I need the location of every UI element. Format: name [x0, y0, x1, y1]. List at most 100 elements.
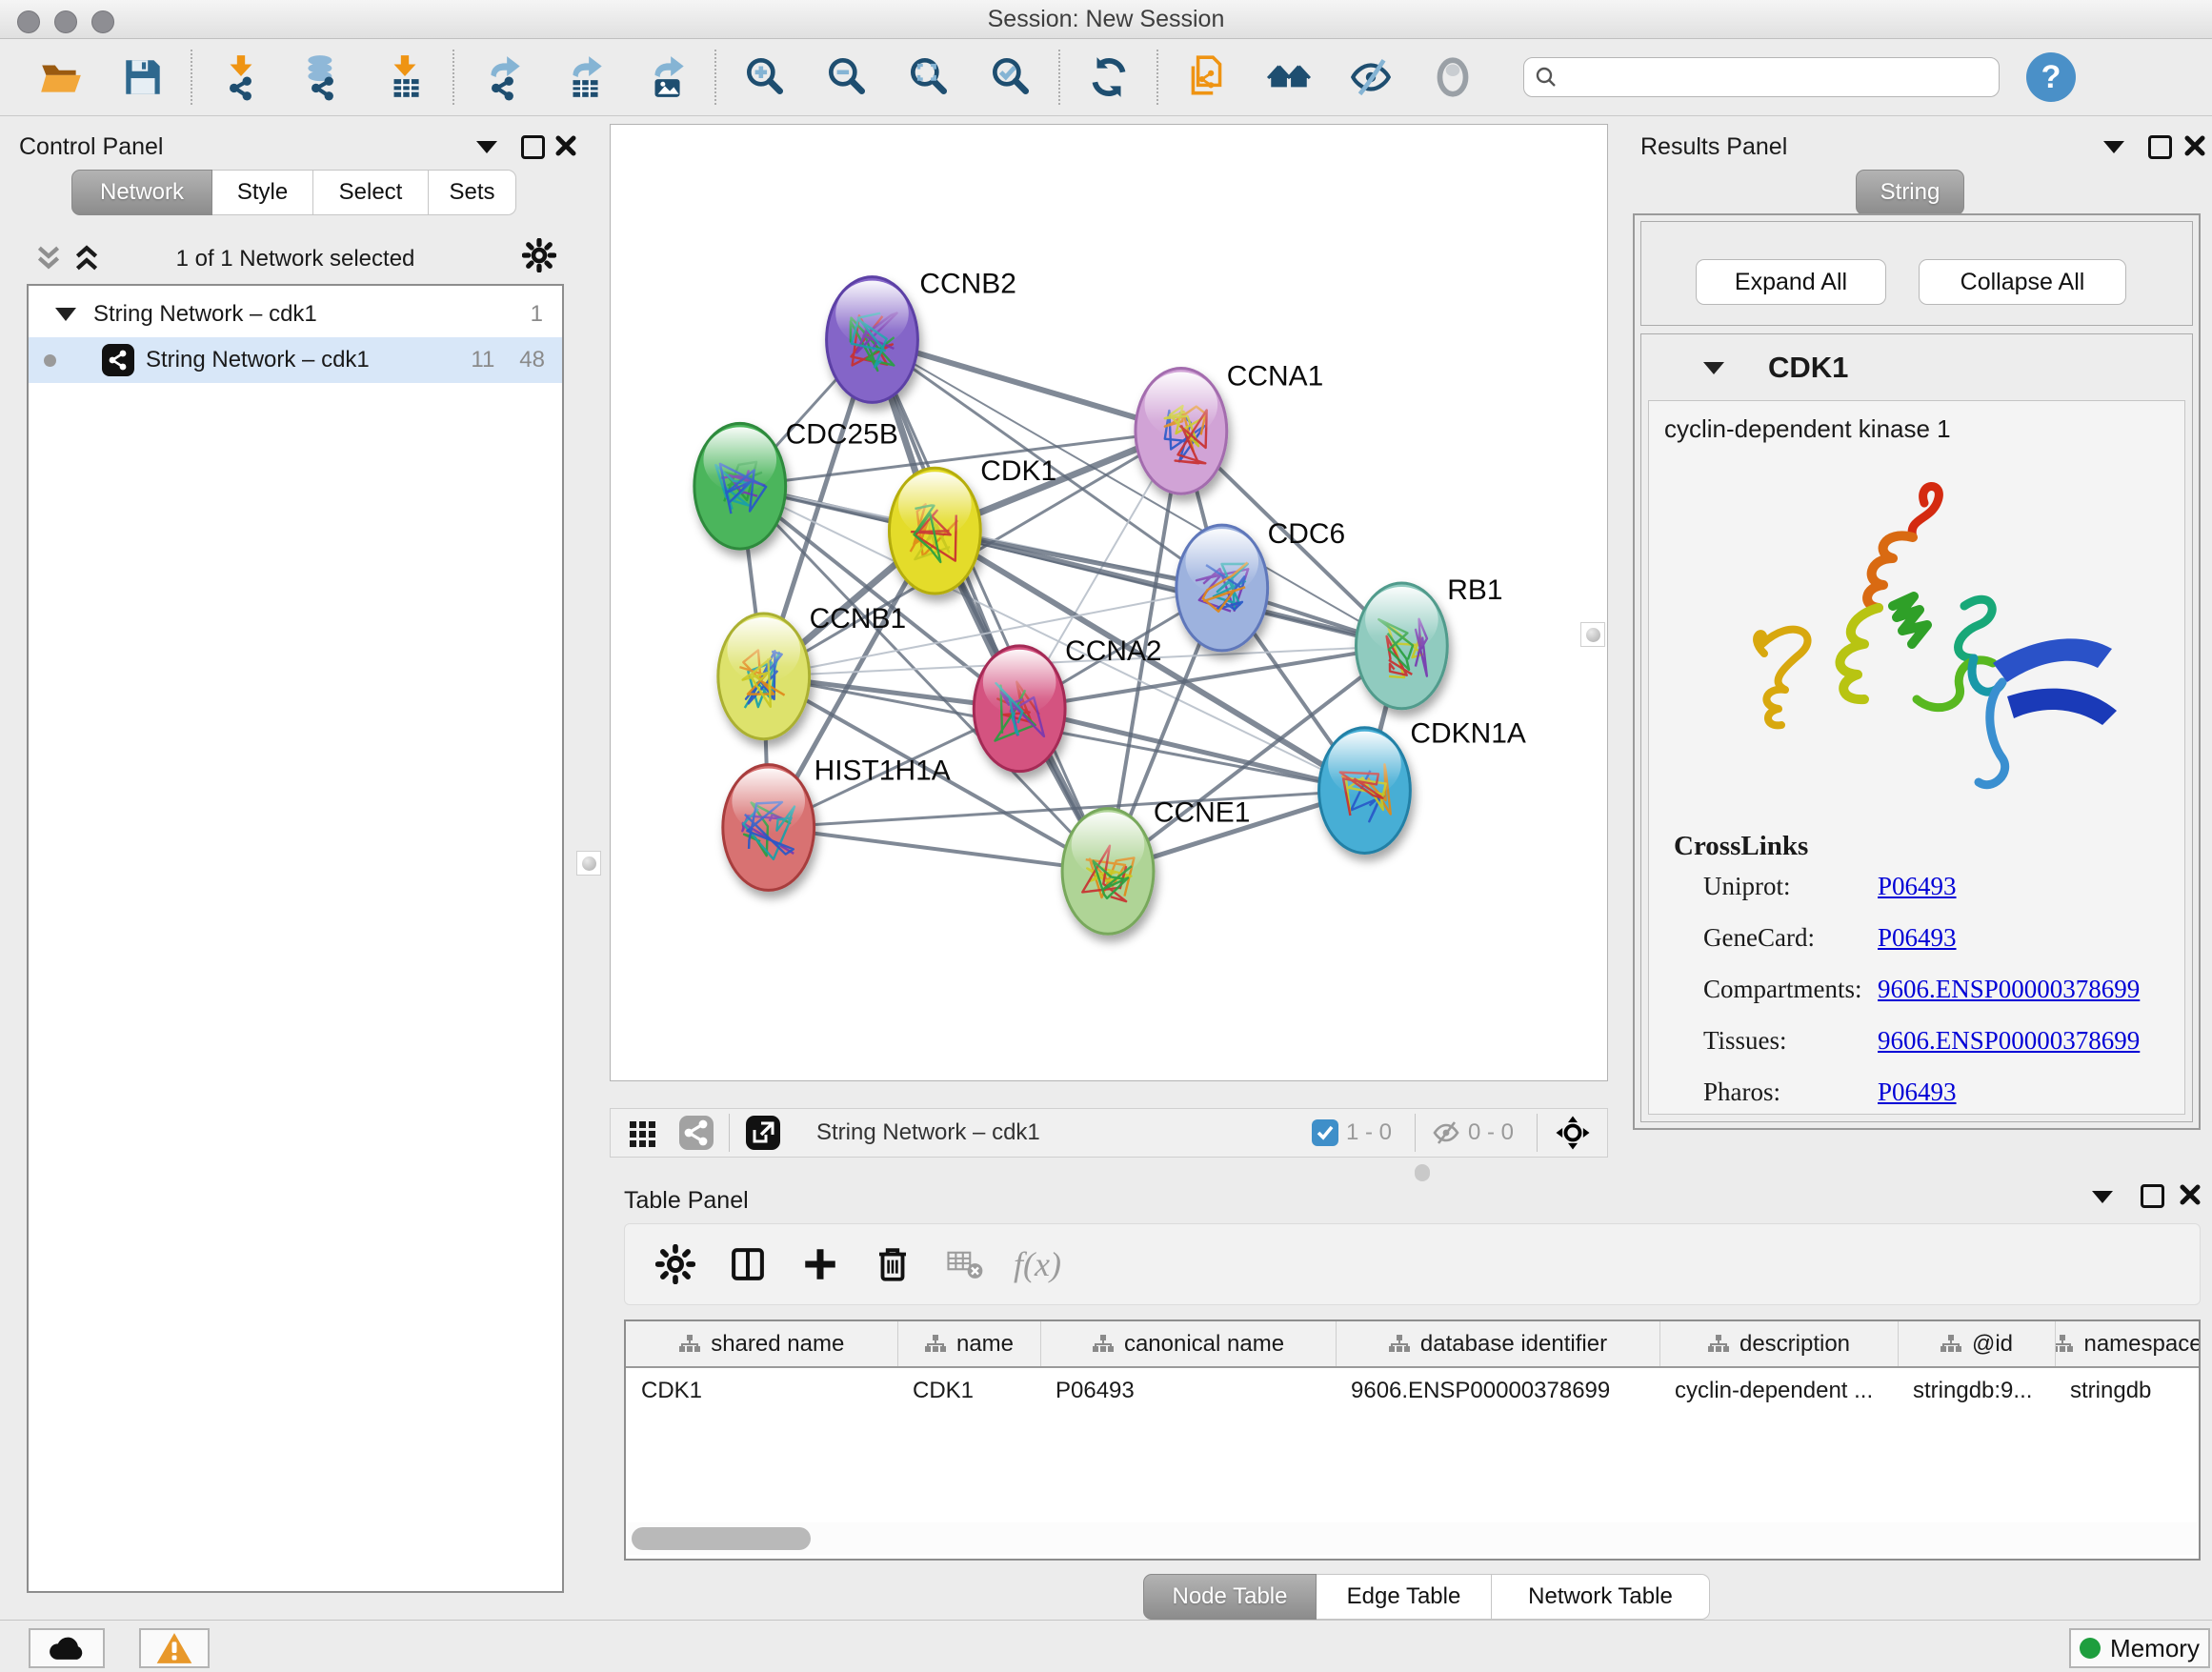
detach-view-icon[interactable]	[746, 1116, 780, 1150]
table-hscroll-track[interactable]	[628, 1522, 2197, 1555]
network-node-CCNA1[interactable]: CCNA1	[1136, 360, 1323, 494]
export-network-button[interactable]	[476, 50, 530, 104]
crosslink-value-link[interactable]: 9606.ENSP00000378699	[1878, 1026, 2140, 1056]
selected-nodes-checkbox[interactable]	[1312, 1119, 1338, 1146]
zoom-out-button[interactable]	[820, 50, 874, 104]
import-network-from-file-button[interactable]	[214, 50, 268, 104]
control-panel-menu-icon[interactable]	[476, 141, 497, 153]
control-panel-float-icon[interactable]	[521, 135, 545, 159]
results-panel-tab-string[interactable]: String	[1856, 170, 1964, 215]
memory-button[interactable]: Memory	[2069, 1628, 2210, 1668]
app-store-cloud-button[interactable]	[29, 1628, 105, 1668]
crosslink-value-link[interactable]: P06493	[1878, 1078, 1957, 1107]
tab-select[interactable]: Select	[313, 170, 429, 215]
clear-table-button[interactable]	[941, 1240, 989, 1288]
warnings-button[interactable]	[139, 1628, 210, 1668]
table-panel-menu-icon[interactable]	[2092, 1191, 2113, 1203]
table-cell[interactable]: 9606.ENSP00000378699	[1336, 1367, 1659, 1413]
collapse-all-button[interactable]: Collapse All	[1919, 259, 2126, 305]
import-network-from-database-button[interactable]	[296, 50, 350, 104]
network-edge[interactable]	[769, 828, 1108, 872]
open-session-button[interactable]	[34, 50, 88, 104]
left-splitter-handle[interactable]	[576, 851, 601, 876]
function-builder-button[interactable]: f(x)	[1014, 1240, 1061, 1288]
network-row[interactable]: String Network – cdk1 11 48	[29, 337, 562, 383]
tab-network[interactable]: Network	[71, 170, 212, 215]
column-header-shared-name[interactable]: shared name	[626, 1321, 897, 1367]
network-snapshot-button[interactable]	[1180, 50, 1234, 104]
hidden-elements-icon[interactable]	[1432, 1118, 1460, 1147]
horizontal-splitter-handle[interactable]	[1415, 1164, 1430, 1181]
right-splitter-handle[interactable]	[1580, 622, 1605, 647]
crosslink-value-link[interactable]: P06493	[1878, 872, 1957, 901]
collection-expander-icon[interactable]	[55, 308, 76, 321]
column-header-database-identifier[interactable]: database identifier	[1336, 1321, 1659, 1367]
import-table-from-file-button[interactable]	[378, 50, 432, 104]
column-header-namespace[interactable]: namespace	[2055, 1321, 2199, 1367]
network-node-CDC6[interactable]: CDC6	[1176, 518, 1345, 651]
tab-edge-table[interactable]: Edge Table	[1317, 1574, 1492, 1620]
table-panel-float-icon[interactable]	[2141, 1184, 2164, 1208]
table-panel-close-icon[interactable]	[2179, 1183, 2202, 1211]
crosslink-value-link[interactable]: P06493	[1878, 923, 1957, 953]
tab-node-table[interactable]: Node Table	[1143, 1574, 1317, 1620]
window-minimize-button[interactable]	[54, 10, 77, 33]
manage-columns-button[interactable]	[724, 1240, 772, 1288]
first-neighbors-button[interactable]	[1262, 50, 1316, 104]
network-node-CCNE1[interactable]: CCNE1	[1062, 797, 1250, 935]
network-node-CCNB2[interactable]: CCNB2	[827, 269, 1016, 403]
window-close-button[interactable]	[17, 10, 40, 33]
table-cell[interactable]: stringdb:9...	[1898, 1367, 2055, 1413]
add-column-button[interactable]	[796, 1240, 844, 1288]
hide-selected-button[interactable]	[1344, 50, 1398, 104]
column-header-description[interactable]: description	[1659, 1321, 1898, 1367]
expand-all-button[interactable]: Expand All	[1696, 259, 1886, 305]
show-graphics-details-button[interactable]	[1426, 50, 1479, 104]
network-options-gear-icon[interactable]	[522, 238, 556, 272]
export-image-button[interactable]	[640, 50, 694, 104]
help-button[interactable]: ?	[2026, 52, 2076, 102]
node-label-CCNB1: CCNB1	[810, 603, 906, 635]
network-node-CDKN1A[interactable]: CDKN1A	[1319, 718, 1526, 854]
apply-preferred-layout-button[interactable]	[1082, 50, 1136, 104]
table-cell[interactable]: CDK1	[897, 1367, 1040, 1413]
network-node-CCNA2[interactable]: CCNA2	[974, 635, 1161, 772]
network-node-CDK1[interactable]: CDK1	[889, 455, 1056, 594]
network-collection-row[interactable]: String Network – cdk1 1	[29, 292, 562, 337]
save-session-button[interactable]	[116, 50, 170, 104]
table-cell[interactable]: CDK1	[626, 1367, 897, 1413]
network-edge[interactable]	[872, 340, 1180, 432]
window-zoom-button[interactable]	[91, 10, 114, 33]
column-header-name[interactable]: name	[897, 1321, 1040, 1367]
table-cell[interactable]: stringdb	[2055, 1367, 2199, 1413]
network-node-RB1[interactable]: RB1	[1356, 574, 1502, 709]
network-edge[interactable]	[1019, 709, 1364, 791]
zoom-selected-button[interactable]	[984, 50, 1037, 104]
grid-view-icon[interactable]	[628, 1118, 658, 1148]
tab-style[interactable]: Style	[212, 170, 313, 215]
tab-network-table[interactable]: Network Table	[1492, 1574, 1710, 1620]
results-panel-menu-icon[interactable]	[2103, 141, 2124, 153]
results-panel-float-icon[interactable]	[2148, 135, 2172, 159]
column-header--id[interactable]: @id	[1898, 1321, 2055, 1367]
delete-column-button[interactable]	[869, 1240, 916, 1288]
table-hscroll-thumb[interactable]	[632, 1527, 811, 1550]
column-header-canonical-name[interactable]: canonical name	[1040, 1321, 1336, 1367]
table-cell[interactable]: cyclin-dependent ...	[1659, 1367, 1898, 1413]
zoom-fit-content-button[interactable]	[902, 50, 955, 104]
table-cell[interactable]: P06493	[1040, 1367, 1336, 1413]
zoom-in-button[interactable]	[738, 50, 792, 104]
search-input[interactable]	[1558, 64, 1989, 91]
network-view-canvas[interactable]: CCNB2CCNA1CDC25BCDK1CDC6RB1CCNB1CCNA2CDK…	[610, 124, 1608, 1081]
string-tab-label[interactable]: String	[1856, 170, 1964, 215]
table-settings-button[interactable]	[652, 1240, 699, 1288]
network-edge[interactable]	[872, 340, 1108, 872]
crosslink-value-link[interactable]: 9606.ENSP00000378699	[1878, 975, 2140, 1004]
gene-section-expander-icon[interactable]	[1703, 362, 1724, 374]
birdseye-navigator-icon[interactable]	[1554, 1114, 1592, 1152]
control-panel-close-icon[interactable]	[554, 134, 577, 162]
results-panel-close-icon[interactable]	[2183, 134, 2206, 162]
export-table-button[interactable]	[558, 50, 612, 104]
network-overview-icon[interactable]	[679, 1116, 714, 1150]
tab-sets[interactable]: Sets	[429, 170, 516, 215]
